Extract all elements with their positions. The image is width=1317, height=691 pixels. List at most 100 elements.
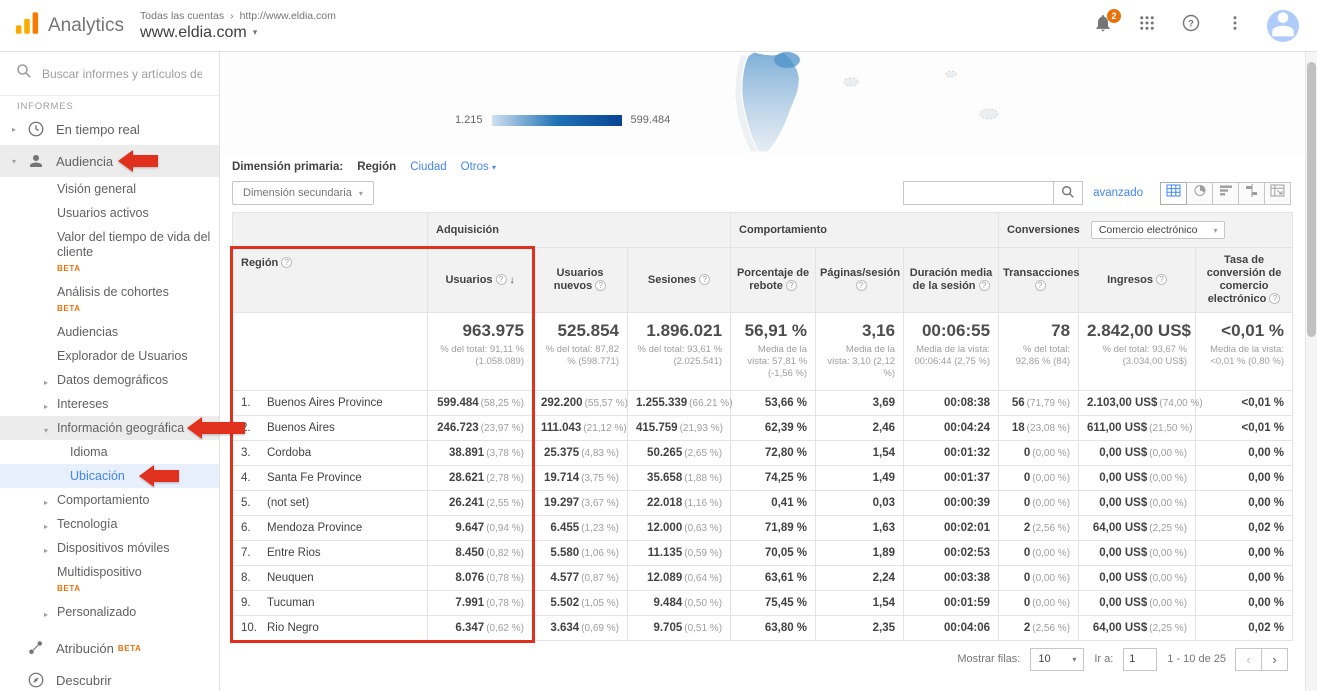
table-row[interactable]: 6.Mendoza Province 9.647(0,94 %) 6.455(1…: [233, 516, 1293, 541]
help-icon[interactable]: ?: [786, 280, 797, 291]
next-page-button[interactable]: ›: [1261, 648, 1288, 671]
column-header-revenue[interactable]: Ingresos?: [1079, 248, 1196, 313]
prev-page-button[interactable]: ‹: [1235, 648, 1262, 671]
table-row[interactable]: 5.(not set) 26.241(2,55 %) 19.297(3,67 %…: [233, 491, 1293, 516]
sidebar-item-language[interactable]: Idioma: [0, 440, 219, 464]
region-name-link[interactable]: Santa Fe Province: [267, 472, 362, 484]
conv-rate-cell: 0,00 %: [1196, 541, 1293, 566]
apps-grid-button[interactable]: [1135, 14, 1159, 38]
sidebar-item-interests[interactable]: ▸Intereses: [0, 392, 219, 416]
account-switcher[interactable]: www.eldia.com ▾: [140, 24, 336, 42]
region-name-link[interactable]: Buenos Aires Province: [267, 397, 383, 409]
help-button[interactable]: ?: [1179, 14, 1203, 38]
column-header-conversion-rate[interactable]: Tasa de conversión de comercio electróni…: [1196, 248, 1293, 313]
sidebar-item-custom[interactable]: ▸Personalizado: [0, 600, 219, 624]
performance-view-button[interactable]: [1212, 182, 1239, 205]
sidebar-item-label: Visión general: [57, 182, 136, 196]
sidebar: INFORMES ▸ En tiempo real ▾ Audiencia Vi…: [0, 52, 220, 691]
sidebar-item-mobile[interactable]: ▸Dispositivos móviles: [0, 536, 219, 560]
data-table-view-button[interactable]: [1160, 182, 1187, 205]
sidebar-item-overview[interactable]: Visión general: [0, 177, 219, 201]
help-icon[interactable]: ?: [1156, 274, 1167, 285]
group-header-label: Comportamiento: [739, 224, 827, 236]
region-name-link[interactable]: (not set): [267, 497, 309, 509]
dimension-option-other[interactable]: Otros ▾: [461, 161, 496, 173]
secondary-dimension-button[interactable]: Dimensión secundaria ▾: [232, 181, 374, 205]
pivot-view-button[interactable]: [1264, 182, 1291, 205]
region-name-link[interactable]: Cordoba: [267, 447, 311, 459]
sidebar-item-cross-device[interactable]: MultidispositivoBETA: [0, 560, 219, 600]
advanced-search-link[interactable]: avanzado: [1093, 187, 1143, 199]
help-icon[interactable]: ?: [1269, 293, 1280, 304]
sidebar-item-audiences[interactable]: Audiencias: [0, 320, 219, 344]
region-name-link[interactable]: Buenos Aires: [267, 422, 335, 434]
table-row[interactable]: 7.Entre Rios 8.450(0,82 %) 5.580(1,06 %)…: [233, 541, 1293, 566]
sidebar-item-attribution[interactable]: Atribución BETA: [0, 632, 219, 664]
region-name-link[interactable]: Entre Rios: [267, 547, 321, 559]
breadcrumb-all-accounts[interactable]: Todas las cuentas: [140, 10, 224, 22]
vertical-scrollbar[interactable]: [1305, 52, 1317, 691]
sidebar-item-demographics[interactable]: ▸Datos demográficos: [0, 368, 219, 392]
sidebar-item-cohort-analysis[interactable]: Análisis de cohortesBETA: [0, 280, 219, 320]
region-name-link[interactable]: Tucuman: [267, 597, 315, 609]
column-header-avg-duration[interactable]: Duración media de la sesión?: [904, 248, 999, 313]
column-header-bounce-rate[interactable]: Porcentaje de rebote?: [731, 248, 816, 313]
table-row[interactable]: 10.Rio Negro 6.347(0,62 %) 3.634(0,69 %)…: [233, 616, 1293, 641]
geo-map[interactable]: [521, 52, 1041, 154]
column-header-pages-session[interactable]: Páginas/sesión?: [816, 248, 904, 313]
help-icon[interactable]: ?: [496, 274, 507, 285]
table-row[interactable]: 4.Santa Fe Province 28.621(2,78 %) 19.71…: [233, 466, 1293, 491]
sidebar-item-technology[interactable]: ▸Tecnología: [0, 512, 219, 536]
breadcrumb-property[interactable]: http://www.eldia.com: [240, 10, 336, 22]
dimension-option-region[interactable]: Región: [357, 161, 396, 173]
column-header-region[interactable]: Región?: [233, 213, 428, 313]
search-input[interactable]: [42, 67, 202, 81]
column-header-new-users[interactable]: Usuarios nuevos?: [533, 248, 628, 313]
help-icon[interactable]: ?: [856, 280, 867, 291]
table-search-button[interactable]: [1053, 181, 1083, 205]
summary-users: 963.975% del total: 91,11 % (1.058.089): [428, 313, 533, 391]
help-icon[interactable]: ?: [699, 274, 710, 285]
column-header-transactions[interactable]: Transacciones?: [999, 248, 1079, 313]
analytics-logo[interactable]: Analytics: [0, 11, 124, 41]
comparison-view-button[interactable]: [1238, 182, 1265, 205]
conversion-type-select[interactable]: Comercio electrónico▾: [1091, 221, 1226, 239]
sidebar-item-discover[interactable]: Descubrir: [0, 664, 219, 691]
table-row[interactable]: 8.Neuquen 8.076(0,78 %) 4.577(0,87 %) 12…: [233, 566, 1293, 591]
sidebar-item-geo[interactable]: ▾Información geográfica: [0, 416, 219, 440]
table-row[interactable]: 2.Buenos Aires 246.723(23,97 %) 111.043(…: [233, 416, 1293, 441]
notifications-button[interactable]: 2: [1091, 14, 1115, 38]
sidebar-item-user-explorer[interactable]: Explorador de Usuarios: [0, 344, 219, 368]
sessions-cell: 415.759(21,93 %): [628, 416, 731, 441]
column-header-users[interactable]: Usuarios?↓: [428, 248, 533, 313]
goto-page-input[interactable]: [1123, 648, 1157, 671]
summary-revenue: 2.842,00 US$% del total: 93,67 % (3.034,…: [1079, 313, 1196, 391]
help-icon[interactable]: ?: [595, 280, 606, 291]
sidebar-item-behavior[interactable]: ▸Comportamiento: [0, 488, 219, 512]
region-name-link[interactable]: Mendoza Province: [267, 522, 362, 534]
sidebar-item-audience[interactable]: ▾ Audiencia: [0, 145, 219, 177]
help-icon[interactable]: ?: [281, 257, 292, 268]
region-name-link[interactable]: Neuquen: [267, 572, 314, 584]
dimension-option-city[interactable]: Ciudad: [410, 161, 446, 173]
help-icon[interactable]: ?: [1035, 280, 1046, 291]
header-actions: 2 ?: [1091, 10, 1317, 42]
sidebar-search[interactable]: [0, 52, 219, 96]
row-rank: 3.: [241, 447, 267, 459]
user-avatar[interactable]: [1267, 10, 1299, 42]
table-row[interactable]: 9.Tucuman 7.991(0,78 %) 5.502(1,05 %) 9.…: [233, 591, 1293, 616]
sidebar-item-active-users[interactable]: Usuarios activos: [0, 201, 219, 225]
sidebar-item-lifetime-value[interactable]: Valor del tiempo de vida del clienteBETA: [0, 225, 219, 280]
help-icon[interactable]: ?: [979, 280, 990, 291]
table-search-input[interactable]: [903, 181, 1053, 205]
more-options-button[interactable]: [1223, 14, 1247, 38]
column-header-sessions[interactable]: Sesiones?: [628, 248, 731, 313]
table-row[interactable]: 1.Buenos Aires Province 599.484(58,25 %)…: [233, 391, 1293, 416]
region-name-link[interactable]: Rio Negro: [267, 622, 319, 634]
sidebar-item-location[interactable]: Ubicación: [0, 464, 219, 488]
rows-per-page-select[interactable]: 10▾: [1030, 648, 1084, 671]
percentage-view-button[interactable]: [1186, 182, 1213, 205]
table-row[interactable]: 3.Cordoba 38.891(3,78 %) 25.375(4,83 %) …: [233, 441, 1293, 466]
sidebar-item-realtime[interactable]: ▸ En tiempo real: [0, 113, 219, 145]
scrollbar-thumb[interactable]: [1307, 62, 1316, 337]
